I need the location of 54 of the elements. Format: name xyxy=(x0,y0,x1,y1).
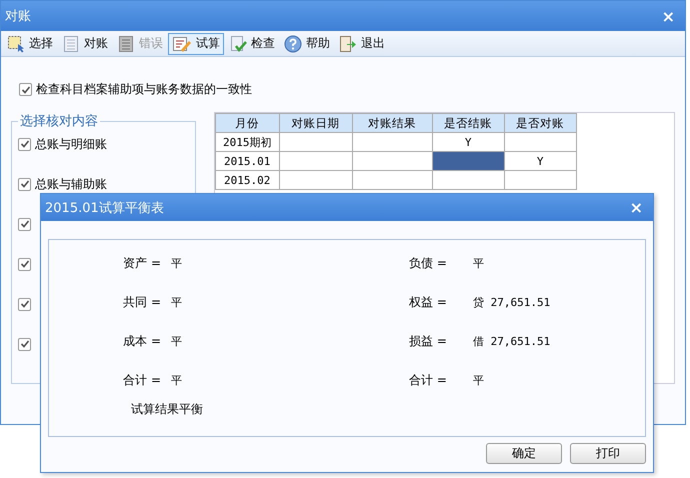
list-icon xyxy=(117,34,135,52)
selection-icon xyxy=(7,34,25,52)
balance-value: 贷 27,651.51 xyxy=(473,294,550,310)
edit-icon xyxy=(172,34,192,52)
table-cell: 2015.01 xyxy=(215,152,280,170)
balance-label: 负债 = xyxy=(409,254,448,272)
dialog-button[interactable]: 确定 xyxy=(486,443,562,464)
window-title: 对账 xyxy=(5,8,31,25)
balance-value: 平 xyxy=(171,256,182,270)
checkbox[interactable] xyxy=(18,338,31,350)
checkbox[interactable] xyxy=(18,298,31,310)
help-icon xyxy=(284,34,302,52)
dialog-title: 2015.01试算平衡表 xyxy=(45,200,164,216)
group-title: 选择核对内容 xyxy=(19,113,99,130)
balance-label: 权益 = xyxy=(409,294,448,310)
toolbar-button[interactable]: 退出 xyxy=(335,32,389,54)
checkbox[interactable] xyxy=(18,258,31,270)
document-check-icon xyxy=(229,34,247,52)
checkbox-label[interactable]: 总账与明细账 xyxy=(35,136,107,152)
toolbar-button[interactable]: 试算 xyxy=(168,32,224,54)
balance-value: 平 xyxy=(473,372,484,388)
document-icon xyxy=(62,34,80,52)
balance-label: 合计 = xyxy=(122,372,162,388)
column-header: 是否结账 xyxy=(432,114,504,132)
balance-value: 平 xyxy=(473,256,484,270)
column-header: 对账日期 xyxy=(279,114,352,132)
toolbar-button[interactable]: 帮助 xyxy=(280,32,334,54)
table-cell: Y xyxy=(504,152,576,170)
checkbox[interactable] xyxy=(18,178,31,190)
balance-value: 平 xyxy=(171,372,182,388)
balance-value: 平 xyxy=(171,294,182,310)
balance-label: 资产 = xyxy=(122,254,162,272)
balance-label: 成本 = xyxy=(122,332,162,350)
dialog-button[interactable]: 打印 xyxy=(570,443,646,464)
table-cell: 2015.02 xyxy=(215,170,280,190)
balance-value: 借 27,651.51 xyxy=(473,334,550,348)
column-header: 月份 xyxy=(215,114,280,132)
toolbar-button[interactable]: 对账 xyxy=(58,32,112,54)
column-header: 是否对账 xyxy=(504,114,576,132)
column-header: 对账结果 xyxy=(352,114,432,132)
balance-label: 损益 = xyxy=(409,332,448,350)
table-cell: 2015期初 xyxy=(215,132,280,152)
checkbox[interactable] xyxy=(18,218,31,230)
balance-label: 共同 = xyxy=(122,294,162,310)
consistency-checkbox[interactable]: 检查科目档案辅助项与账务数据的一致性 xyxy=(19,81,675,98)
balance-label: 合计 = xyxy=(409,372,448,388)
toolbar-button[interactable]: 选择 xyxy=(3,32,57,54)
checkbox[interactable] xyxy=(19,83,32,96)
result-text: 试算结果平衡 xyxy=(131,401,204,418)
exit-icon xyxy=(339,34,357,52)
toolbar-button[interactable]: 检查 xyxy=(225,32,279,54)
balance-value: 平 xyxy=(171,334,182,348)
checkbox[interactable] xyxy=(18,138,31,150)
checkbox-label[interactable]: 总账与辅助账 xyxy=(35,176,107,192)
